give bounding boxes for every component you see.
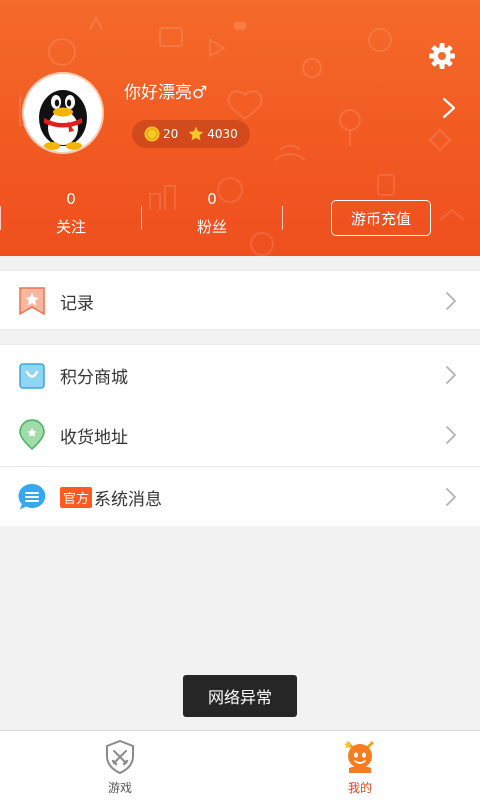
chevron-right-icon: [446, 488, 456, 506]
status-notch: [234, 22, 246, 30]
chevron-right-icon: [446, 426, 456, 444]
coin-count: 20: [163, 127, 179, 141]
chevron-right-icon[interactable]: [441, 97, 457, 119]
penguin-avatar-icon: [39, 90, 87, 150]
menu-label-system-messages-wrap: 官方 系统消息: [60, 485, 162, 510]
followers-label: 粉丝: [196, 218, 227, 236]
star-icon: [189, 126, 204, 141]
menu-group-main: 积分商城 收货地址 官方 系统消息: [0, 344, 480, 526]
shopping-bag-icon: [19, 363, 45, 389]
stat-followers[interactable]: 0 粉丝: [142, 188, 282, 239]
menu-item-records[interactable]: 记录: [0, 271, 480, 331]
shield-swords-icon: [106, 739, 134, 775]
official-tag: 官方: [60, 486, 93, 508]
chevron-right-icon: [446, 366, 456, 384]
mascot-face-icon: [344, 741, 374, 773]
star-count: 4030: [207, 127, 238, 141]
followers-count: 0: [207, 190, 217, 208]
profile-header: 你好漂亮♂ 20 4030 0 关注 0 粉丝 游币充值: [0, 0, 480, 256]
tab-label-me: 我的: [347, 781, 372, 795]
bottom-tab-bar: 游戏 我的: [0, 730, 480, 800]
menu-label-points-mall: 积分商城: [60, 367, 128, 388]
currency-badge: 20 4030: [132, 120, 250, 148]
following-count: 0: [66, 190, 76, 208]
menu-label-system-messages: 系统消息: [94, 489, 163, 510]
menu-item-shipping-address[interactable]: 收货地址: [0, 405, 480, 465]
avatar[interactable]: [22, 72, 104, 154]
chevron-right-icon: [446, 292, 456, 310]
tab-games[interactable]: 游戏: [0, 731, 240, 800]
location-pin-icon: [19, 419, 45, 451]
chat-bubble-icon: [18, 483, 46, 510]
menu-group-records: 记录: [0, 270, 480, 330]
recharge-button[interactable]: 游币充值: [331, 200, 431, 236]
stat-following[interactable]: 0 关注: [1, 188, 141, 239]
menu-item-points-mall[interactable]: 积分商城: [0, 345, 480, 405]
tab-label-games: 游戏: [107, 781, 132, 795]
stat-divider: [282, 206, 283, 230]
gear-icon[interactable]: [428, 42, 456, 70]
following-label: 关注: [55, 218, 86, 236]
menu-label-records: 记录: [60, 293, 94, 314]
coin-icon: [144, 126, 160, 142]
menu-item-system-messages[interactable]: 官方 系统消息: [0, 467, 480, 527]
username: 你好漂亮♂: [124, 83, 208, 103]
menu-label-shipping-address: 收货地址: [60, 427, 128, 448]
bookmark-star-icon: [19, 287, 45, 316]
toast-message: 网络异常: [183, 675, 297, 717]
tab-me[interactable]: 我的: [240, 731, 480, 800]
